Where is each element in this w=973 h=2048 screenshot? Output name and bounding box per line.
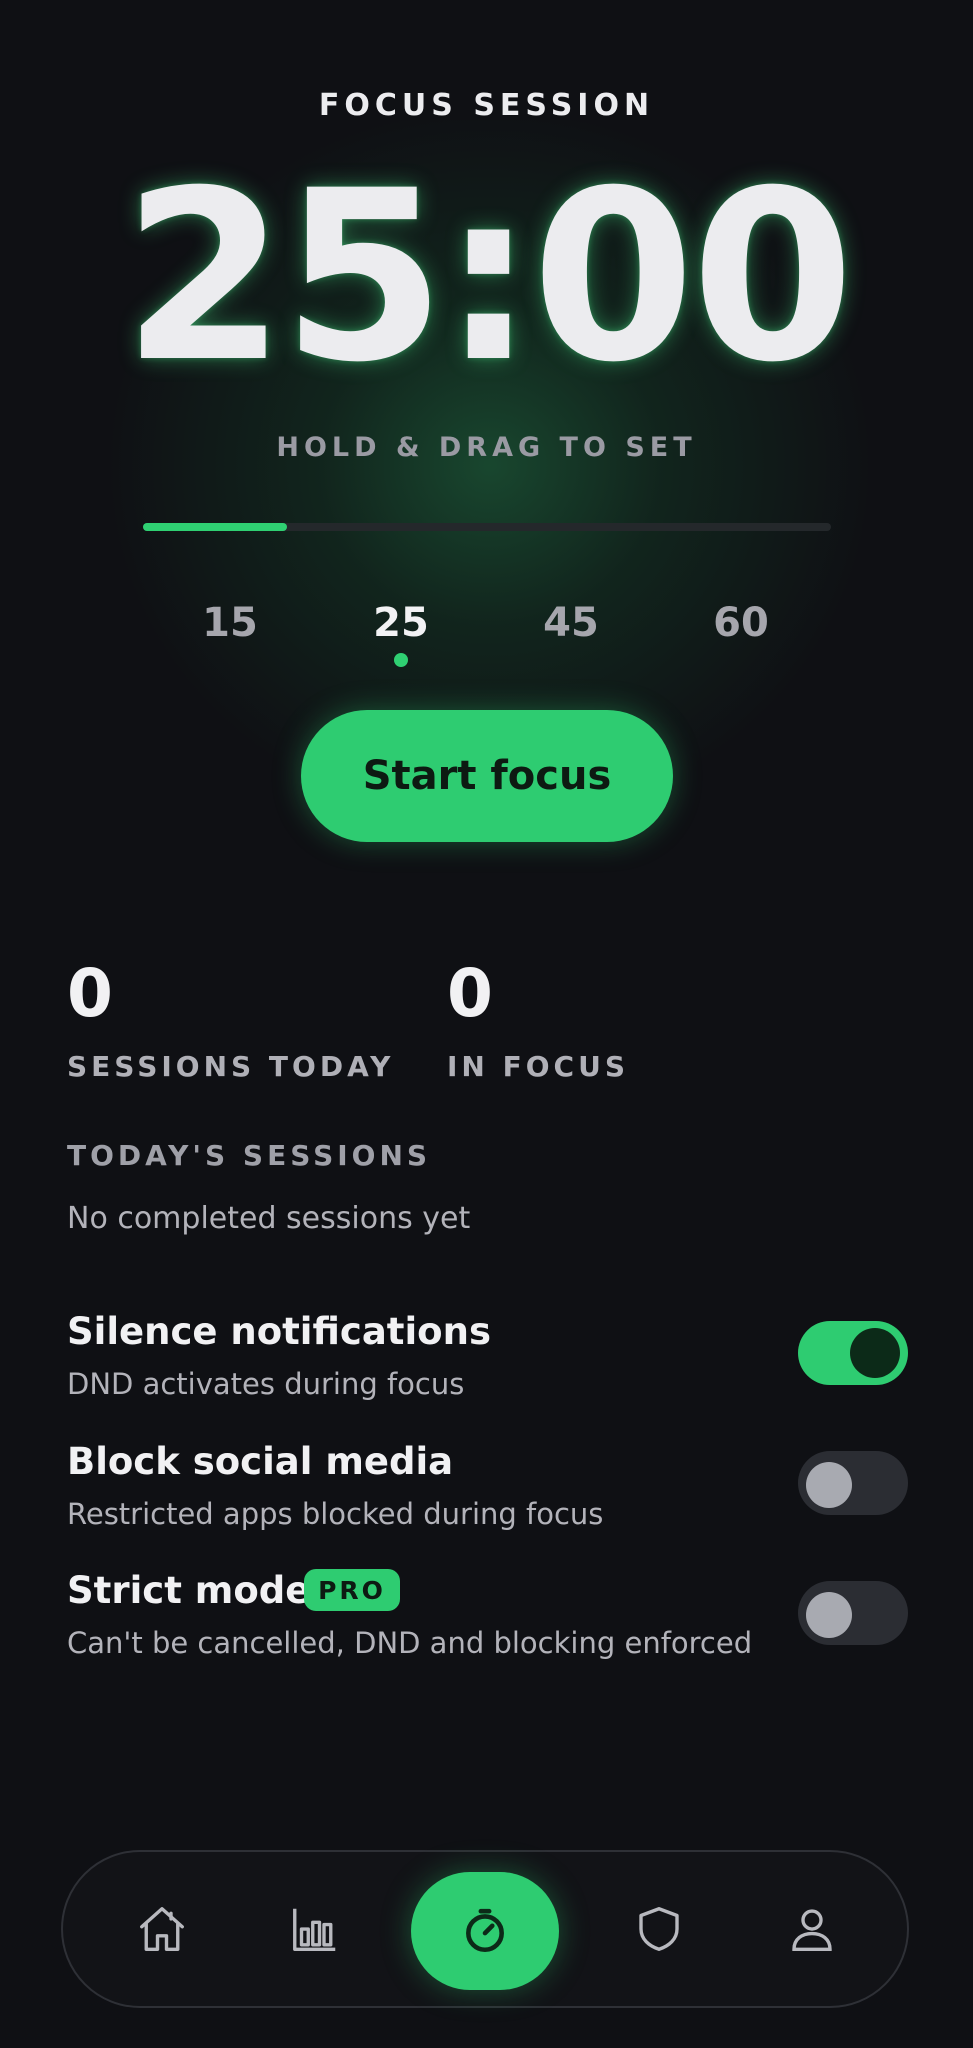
preset-60[interactable]: 60 xyxy=(691,600,791,646)
preset-25[interactable]: 25 xyxy=(351,600,451,646)
nav-profile[interactable] xyxy=(785,1902,839,1956)
preset-15[interactable]: 15 xyxy=(180,600,280,646)
toggle-knob xyxy=(806,1462,852,1508)
stats-icon xyxy=(293,1908,336,1951)
silence-notifications-toggle[interactable] xyxy=(798,1321,908,1385)
block-social-media-subtitle: Restricted apps blocked during focus xyxy=(67,1497,604,1531)
nav-stats[interactable] xyxy=(288,1902,342,1956)
silence-notifications-subtitle: DND activates during focus xyxy=(67,1367,465,1401)
timer-hint: HOLD & DRAG TO SET xyxy=(276,432,697,463)
active-preset-dot xyxy=(394,653,408,667)
nav-blocking[interactable] xyxy=(632,1902,686,1956)
nav-home[interactable] xyxy=(135,1902,189,1956)
duration-slider-fill xyxy=(143,523,288,531)
strict-mode-title: Strict mode xyxy=(67,1569,311,1612)
block-social-media-toggle[interactable] xyxy=(798,1451,908,1515)
toggle-knob xyxy=(850,1328,900,1378)
sessions-today-value: 0 xyxy=(67,955,113,1032)
timer-icon xyxy=(466,1908,504,1953)
block-social-media-title: Block social media xyxy=(67,1440,454,1483)
sessions-today-label: SESSIONS TODAY xyxy=(67,1050,395,1083)
silence-notifications-title: Silence notifications xyxy=(67,1310,491,1353)
sessions-empty-state: No completed sessions yet xyxy=(67,1201,471,1236)
strict-mode-subtitle: Can't be cancelled, DND and blocking enf… xyxy=(67,1626,753,1660)
in-focus-value: 0 xyxy=(447,955,493,1032)
timer-display[interactable]: 25:00 xyxy=(0,160,973,395)
home-icon xyxy=(140,1907,184,1951)
start-focus-button[interactable]: Start focus xyxy=(301,710,673,842)
shield-icon xyxy=(639,1907,679,1951)
toggle-knob xyxy=(806,1592,852,1638)
nav-timer[interactable] xyxy=(411,1872,559,1990)
pro-badge: PRO xyxy=(304,1569,400,1611)
preset-45[interactable]: 45 xyxy=(521,600,621,646)
duration-slider[interactable] xyxy=(143,523,831,531)
strict-mode-toggle[interactable] xyxy=(798,1581,908,1645)
profile-icon xyxy=(792,1909,832,1951)
in-focus-label: IN FOCUS xyxy=(447,1050,629,1083)
page-title: FOCUS SESSION xyxy=(318,88,655,123)
todays-sessions-title: TODAY'S SESSIONS xyxy=(67,1139,432,1172)
